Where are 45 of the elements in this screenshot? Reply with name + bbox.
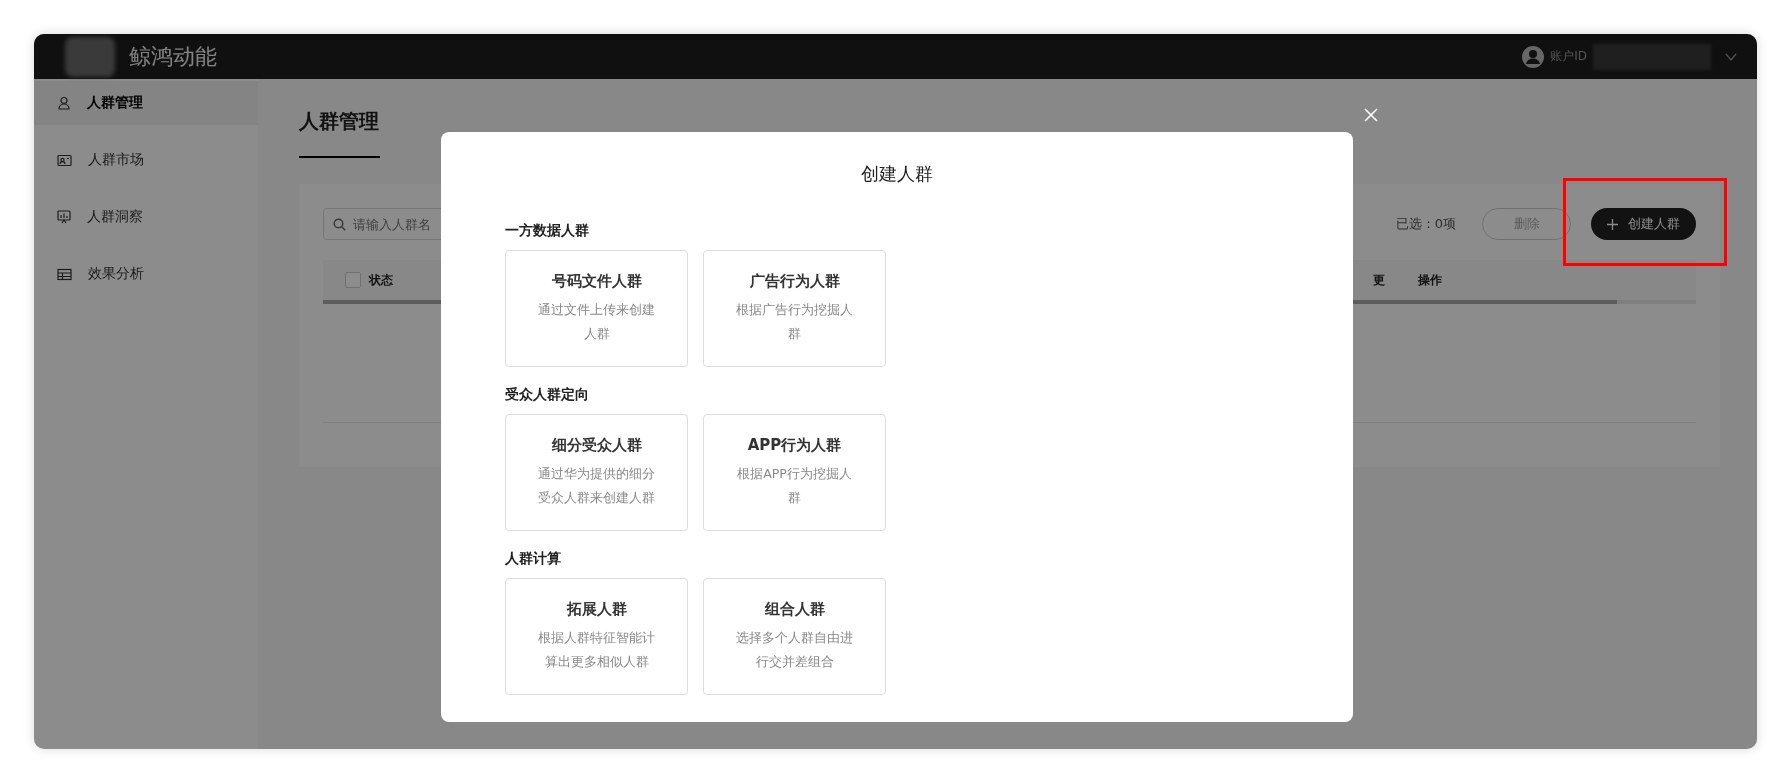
- presentation-board-icon: [57, 210, 71, 224]
- card-title: 号码文件人群: [551, 271, 642, 292]
- card-title: 组合人群: [764, 599, 825, 620]
- card-description: 根据APP行为挖掘人群: [736, 465, 853, 507]
- sidebar-item[interactable]: 人群洞察: [34, 195, 258, 239]
- user-avatar-icon[interactable]: [1522, 45, 1545, 68]
- card-description: 通过华为提供的细分受众人群来创建人群: [537, 465, 656, 507]
- id-card-icon: [57, 153, 72, 167]
- table-icon: [57, 267, 72, 281]
- brand-name: 鲸鸿动能: [129, 42, 217, 71]
- option-card[interactable]: 组合人群 选择多个人群自由进行交并差组合: [703, 578, 886, 695]
- card-title: 广告行为人群: [749, 271, 840, 292]
- card-description: 通过文件上传来创建人群: [537, 301, 656, 343]
- section-heading: 人群计算: [505, 549, 562, 568]
- card-description: 根据广告行为挖掘人群: [735, 301, 854, 343]
- logo-placeholder: [65, 36, 115, 77]
- column-header: 操作: [1418, 271, 1442, 289]
- dialog-title: 创建人群: [860, 162, 934, 186]
- section-heading: 受众人群定向: [505, 385, 590, 404]
- option-card[interactable]: APP行为人群 根据APP行为挖掘人群: [703, 414, 886, 531]
- card-description: 根据人群特征智能计算出更多相似人群: [537, 629, 656, 671]
- card-description: 选择多个人群自由进行交并差组合: [735, 629, 854, 671]
- create-button[interactable]: 创建人群: [1591, 208, 1696, 240]
- page-title: 人群管理: [299, 108, 379, 135]
- close-icon[interactable]: [1364, 108, 1378, 122]
- section-heading: 一方数据人群: [505, 221, 590, 240]
- person-icon: [57, 96, 71, 110]
- option-card[interactable]: 细分受众人群 通过华为提供的细分受众人群来创建人群: [505, 414, 688, 531]
- account-label: 账户ID: [1550, 48, 1587, 65]
- plus-icon: [1607, 218, 1618, 230]
- sidebar-item[interactable]: 效果分析: [34, 252, 258, 296]
- select-all-checkbox[interactable]: [345, 272, 361, 288]
- card-title: 拓展人群: [566, 599, 627, 620]
- sidebar-item[interactable]: 人群管理: [34, 81, 258, 125]
- column-header: 状态: [369, 271, 393, 289]
- card-title: APP行为人群: [747, 435, 842, 456]
- chevron-down-icon[interactable]: [1725, 52, 1737, 61]
- sidebar-item[interactable]: 人群市场: [34, 138, 258, 182]
- search-icon: [333, 218, 346, 231]
- column-header: 更: [1373, 271, 1385, 289]
- option-card[interactable]: 拓展人群 根据人群特征智能计算出更多相似人群: [505, 578, 688, 695]
- card-title: 细分受众人群: [551, 435, 642, 456]
- selected-count: 已选：0项: [1395, 215, 1456, 233]
- option-card[interactable]: 广告行为人群 根据广告行为挖掘人群: [703, 250, 886, 367]
- option-card[interactable]: 号码文件人群 通过文件上传来创建人群: [505, 250, 688, 367]
